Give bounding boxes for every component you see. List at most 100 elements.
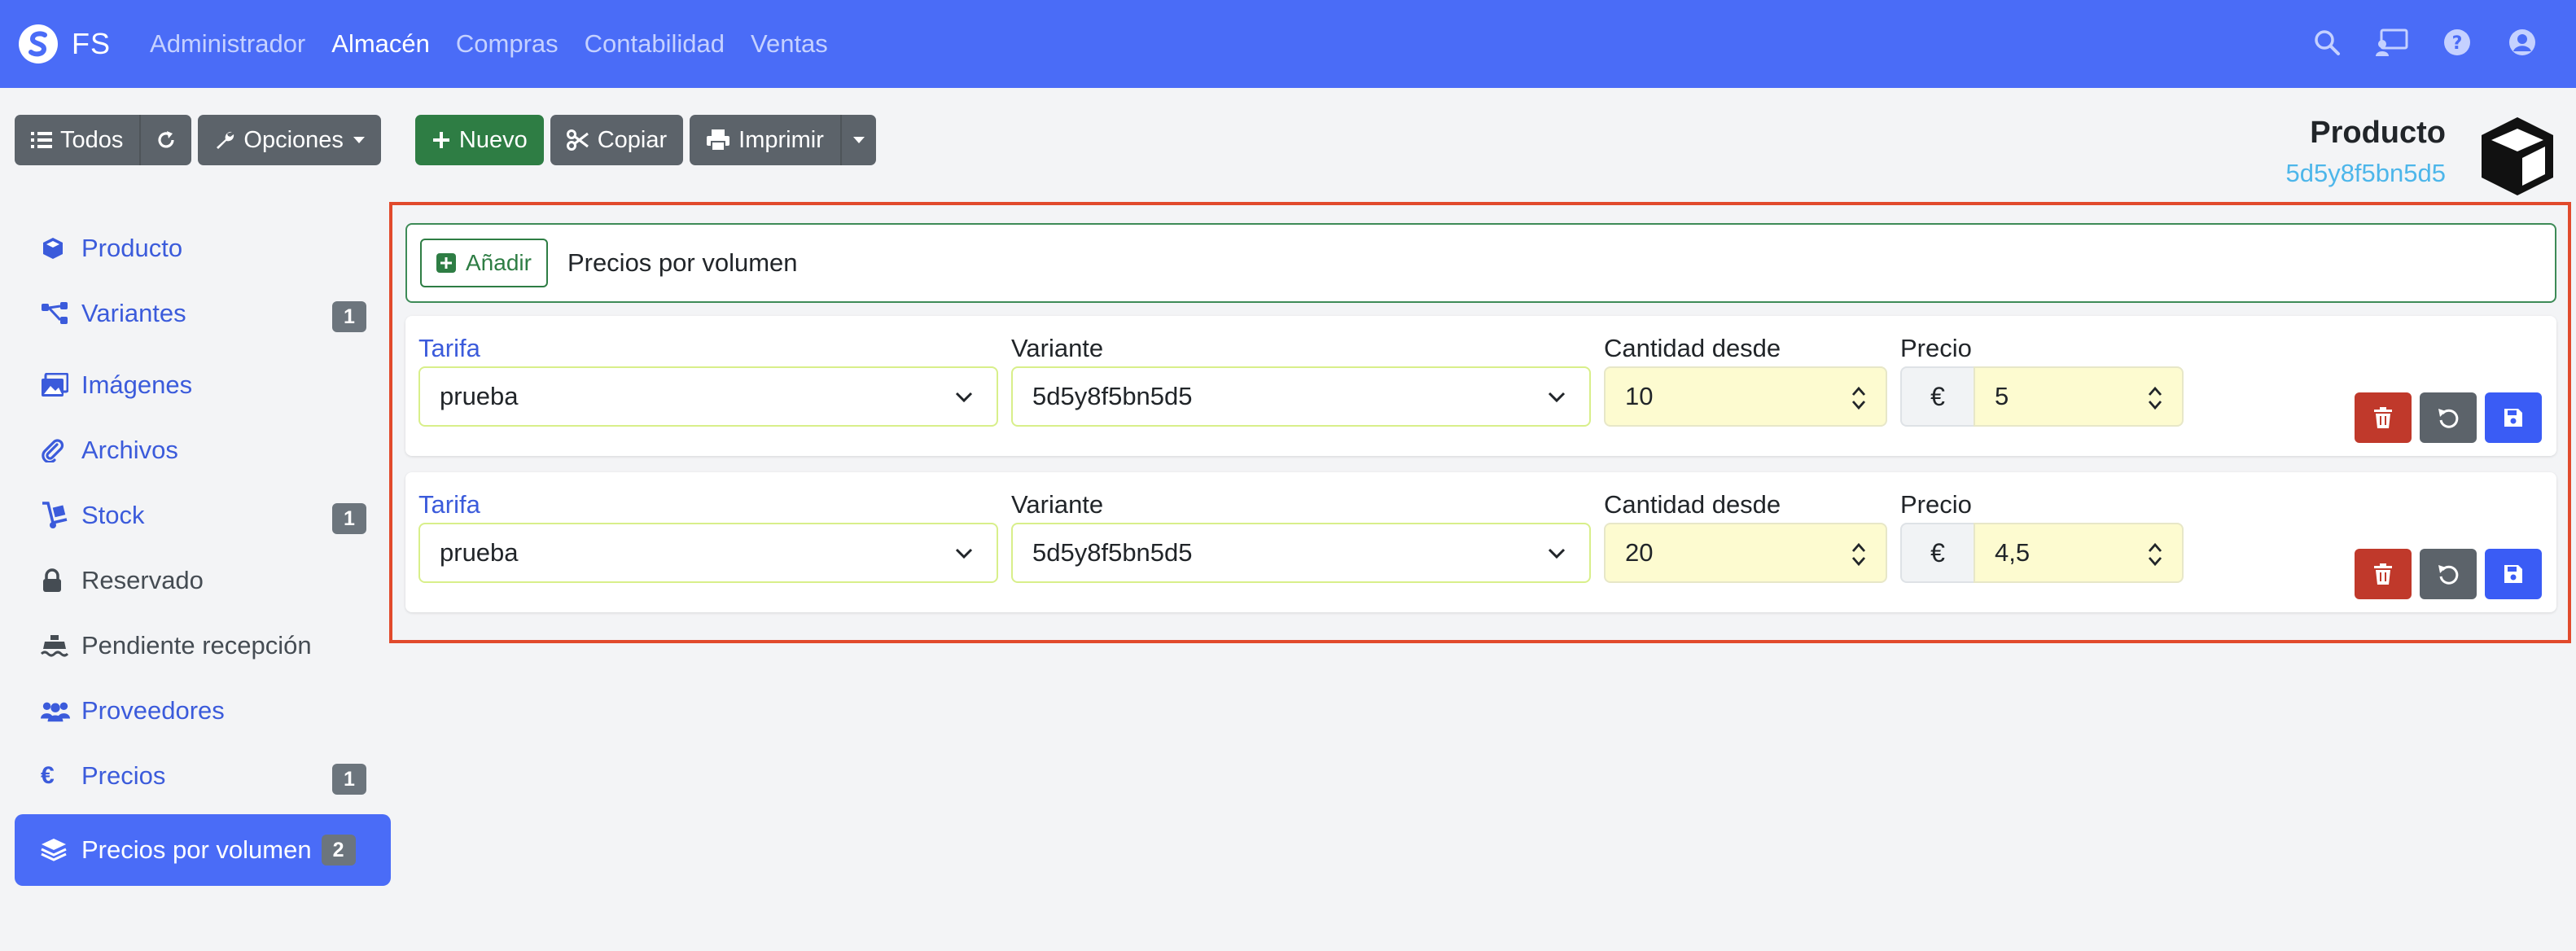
copy-button-label: Copiar	[597, 126, 668, 153]
wrench-icon	[217, 131, 234, 149]
brand-name: FS	[72, 27, 112, 60]
sidebar-item-label: Imágenes	[81, 370, 193, 399]
save-button[interactable]	[2485, 392, 2542, 443]
refresh-icon	[158, 131, 174, 148]
sidebar-item-label: Archivos	[81, 436, 178, 464]
chevron-down-icon	[955, 548, 973, 559]
count-badge: 1	[332, 301, 366, 332]
caret-down-icon	[353, 137, 365, 143]
product-code-link[interactable]: 5d5y8f5bn5d5	[2285, 159, 2446, 188]
undo-icon	[2438, 409, 2459, 428]
sidebar: Producto Variantes 1 Imágenes Archivos S…	[15, 220, 391, 886]
refresh-button[interactable]	[139, 115, 192, 165]
menu-compras[interactable]: Compras	[456, 29, 559, 59]
floppy-disk-icon	[2504, 565, 2522, 583]
tarifa-label-link[interactable]: Tarifa	[418, 490, 480, 519]
currency-addon: €	[1900, 366, 1974, 427]
copy-button[interactable]: Copiar	[550, 115, 684, 165]
sidebar-item-reservado[interactable]: Reservado	[15, 552, 391, 609]
chevron-down-icon	[1548, 392, 1566, 403]
menu-almacen[interactable]: Almacén	[331, 29, 430, 59]
list-icon	[31, 132, 52, 148]
sidebar-item-precios-por-volumen[interactable]: Precios por volumen 2	[15, 814, 391, 886]
sidebar-item-producto[interactable]: Producto	[15, 220, 391, 277]
sidebar-item-label: Pendiente recepción	[81, 631, 312, 660]
sidebar-item-archivos[interactable]: Archivos	[15, 422, 391, 479]
dolly-icon	[41, 502, 70, 529]
sidebar-item-label: Variantes	[81, 299, 186, 327]
sidebar-item-imagenes[interactable]: Imágenes	[15, 357, 391, 414]
cantidad-input[interactable]: 20	[1604, 523, 1887, 583]
save-button[interactable]	[2485, 549, 2542, 599]
add-button-label: Añadir	[466, 250, 532, 275]
trash-icon	[2374, 563, 2392, 585]
cantidad-value: 10	[1625, 382, 1654, 410]
spinner-arrows-icon[interactable]	[2146, 541, 2164, 568]
menu-contabilidad[interactable]: Contabilidad	[585, 29, 725, 59]
search-icon[interactable]	[2309, 24, 2345, 60]
sidebar-item-variantes[interactable]: Variantes 1	[15, 285, 391, 342]
chevron-down-icon	[1548, 548, 1566, 559]
all-button-label: Todos	[60, 126, 124, 153]
list-button-group: Todos	[15, 115, 192, 165]
count-badge: 1	[332, 503, 366, 534]
sidebar-item-label: Producto	[81, 234, 183, 262]
sidebar-item-stock[interactable]: Stock 1	[15, 487, 391, 544]
delete-button[interactable]	[2355, 392, 2412, 443]
variante-select[interactable]: 5d5y8f5bn5d5	[1011, 523, 1591, 583]
sidebar-item-label: Reservado	[81, 566, 204, 594]
print-button-label: Imprimir	[738, 126, 824, 153]
chevron-down-icon	[955, 392, 973, 403]
plus-icon	[432, 132, 449, 148]
product-box-icon	[2482, 117, 2553, 195]
spinner-arrows-icon[interactable]	[2146, 384, 2164, 412]
cube-icon	[41, 236, 70, 261]
precio-label: Precio	[1900, 490, 1972, 519]
cantidad-label: Cantidad desde	[1604, 334, 1781, 362]
new-button[interactable]: Nuevo	[414, 115, 544, 165]
undo-icon	[2438, 565, 2459, 585]
brand[interactable]: FS	[18, 24, 111, 64]
menu-ventas[interactable]: Ventas	[751, 29, 828, 59]
spinner-arrows-icon[interactable]	[1850, 541, 1868, 568]
plus-square-icon	[436, 253, 456, 273]
user-profile-icon[interactable]	[2504, 24, 2540, 60]
tarifa-label-link[interactable]: Tarifa	[418, 334, 480, 363]
count-badge: 2	[321, 835, 356, 866]
currency-addon: €	[1900, 523, 1974, 583]
menu-administrador[interactable]: Administrador	[150, 29, 305, 59]
ship-icon	[41, 633, 70, 658]
delete-button[interactable]	[2355, 549, 2412, 599]
options-button[interactable]: Opciones	[198, 115, 381, 165]
all-button[interactable]: Todos	[15, 115, 140, 165]
cantidad-input[interactable]: 10	[1604, 366, 1887, 427]
tarifa-value: prueba	[440, 382, 519, 410]
sidebar-item-label: Precios por volumen	[81, 835, 312, 864]
undo-button[interactable]	[2420, 549, 2477, 599]
sidebar-item-proveedores[interactable]: Proveedores	[15, 682, 391, 739]
top-navbar: FS Administrador Almacén Compras Contabi…	[0, 0, 2576, 88]
print-dropdown-toggle[interactable]	[839, 115, 876, 165]
variante-select[interactable]: 5d5y8f5bn5d5	[1011, 366, 1591, 427]
lock-icon	[41, 568, 70, 593]
precio-input[interactable]: 5	[1974, 366, 2184, 427]
sidebar-item-label: Precios	[81, 761, 166, 790]
help-icon[interactable]: ?	[2439, 24, 2475, 60]
precio-value: 5	[1995, 382, 2009, 410]
sidebar-item-precios[interactable]: € Precios 1	[15, 747, 391, 804]
cantidad-label: Cantidad desde	[1604, 490, 1781, 519]
sidebar-item-pendiente-recepcion[interactable]: Pendiente recepción	[15, 617, 391, 674]
precio-input[interactable]: 4,5	[1974, 523, 2184, 583]
variante-value: 5d5y8f5bn5d5	[1032, 382, 1193, 410]
spinner-arrows-icon[interactable]	[1850, 384, 1868, 412]
add-bar: Añadir Precios por volumen	[405, 223, 2556, 303]
panel-title: Precios por volumen	[567, 248, 798, 277]
add-button[interactable]: Añadir	[420, 239, 548, 287]
presentation-icon[interactable]	[2374, 24, 2410, 60]
tarifa-select[interactable]: prueba	[418, 523, 998, 583]
undo-button[interactable]	[2420, 392, 2477, 443]
print-button[interactable]: Imprimir	[690, 115, 840, 165]
volume-price-row: Tarifa prueba Variante 5d5y8f5bn5d5 Cant…	[405, 472, 2556, 612]
tarifa-select[interactable]: prueba	[418, 366, 998, 427]
sitemap-icon	[41, 301, 70, 326]
